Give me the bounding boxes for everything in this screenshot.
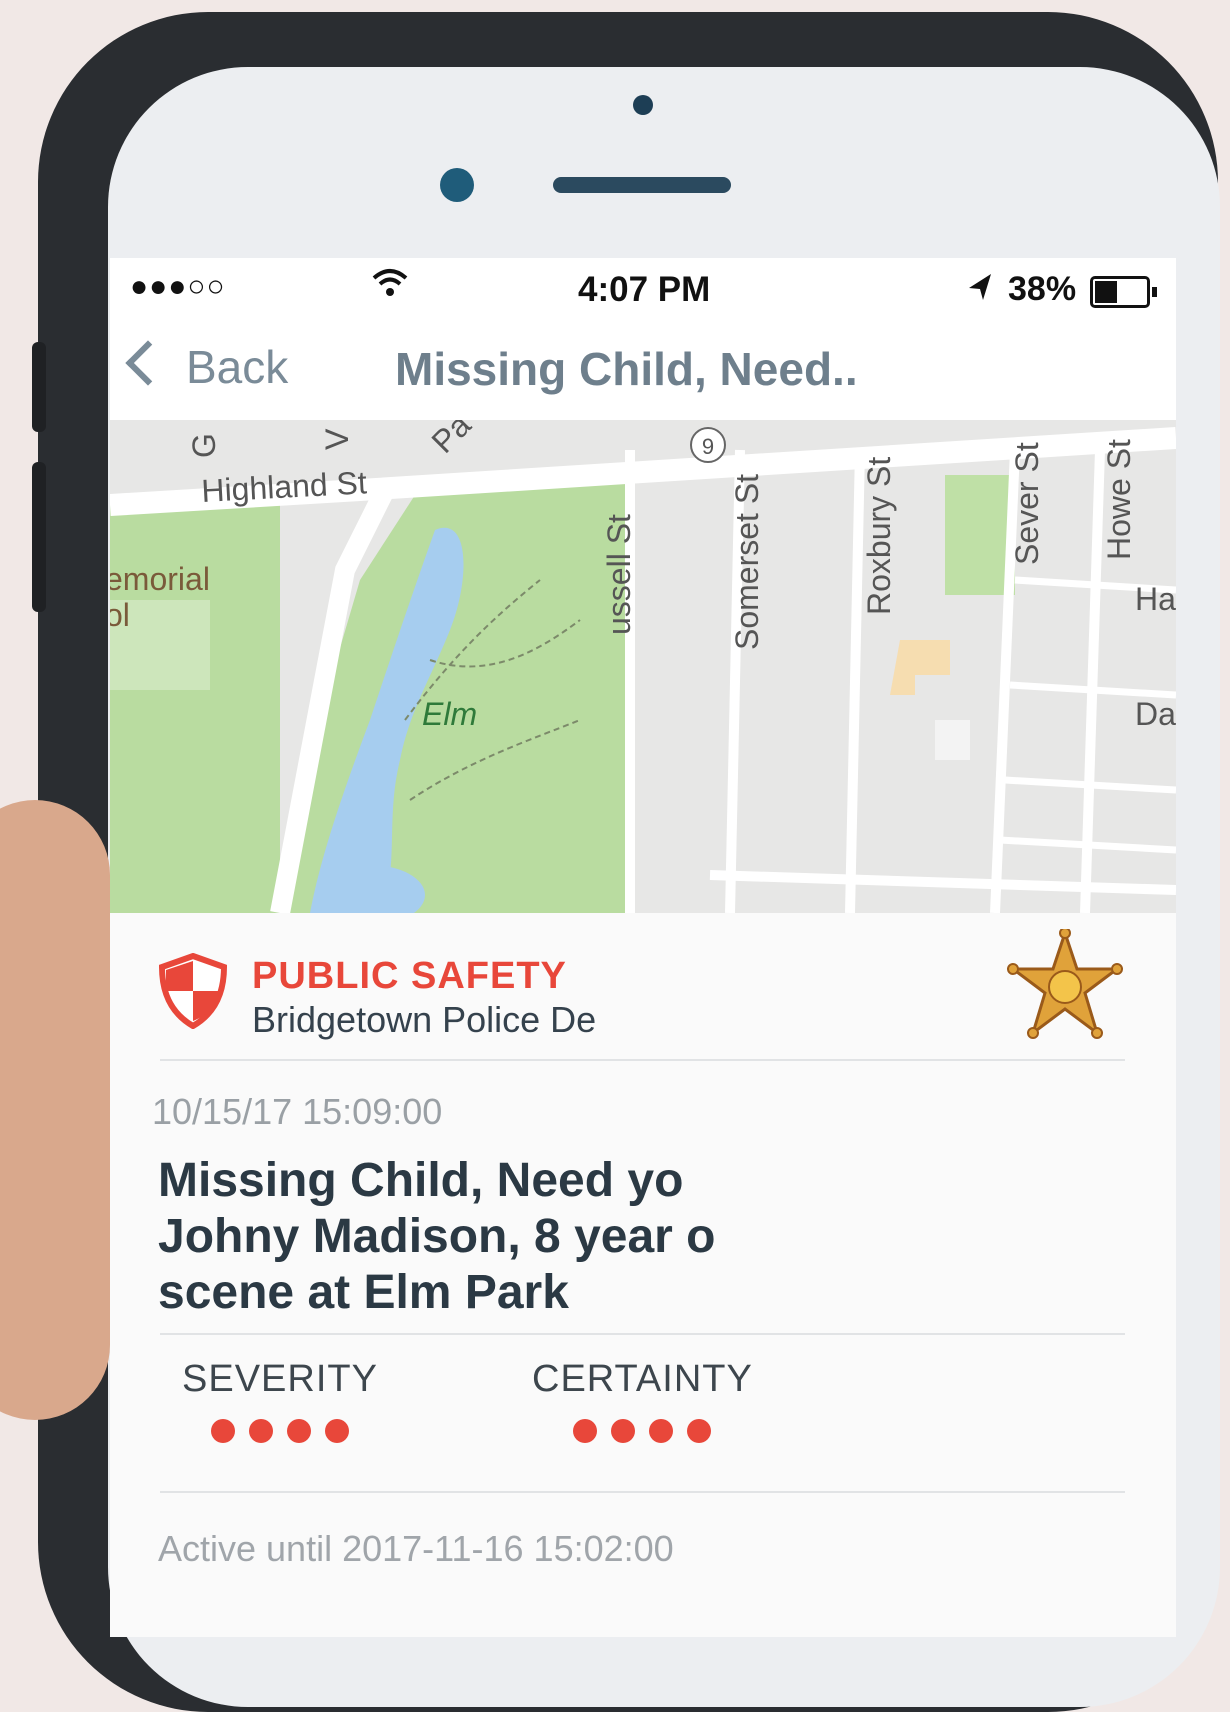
battery-icon (1090, 276, 1157, 308)
map-label-somerset: Somerset St (729, 474, 765, 650)
map-label-memorial: emorial (110, 561, 210, 597)
map-view[interactable]: 9 Highland St emorial ol Elm ussell St S… (110, 407, 1176, 925)
level-dot (573, 1419, 598, 1443)
severity-dots (182, 1419, 378, 1448)
alert-agency: Bridgetown Police De (252, 999, 597, 1040)
level-dot (687, 1419, 712, 1443)
status-bar: ●●●○○ 4:07 PM 38% (110, 258, 1176, 320)
map-label-da: Da (1135, 696, 1176, 732)
map-label-ha: Ha (1135, 581, 1176, 617)
side-button (32, 342, 46, 432)
map-label-howe: Howe St (1101, 439, 1137, 560)
map-label-elm: Elm (422, 696, 477, 732)
left-thumb (0, 800, 110, 1420)
camera-icon (440, 168, 474, 202)
map-label-memorial-2: ol (110, 597, 130, 633)
map-label-route: 9 (702, 434, 714, 459)
shield-icon (158, 952, 228, 1034)
headline-line-3: scene at Elm Park (158, 1266, 569, 1319)
speaker-grille (553, 177, 731, 193)
back-button[interactable]: Back (125, 340, 289, 394)
map-label-russell: ussell St (601, 514, 637, 635)
proximity-sensor (633, 95, 653, 115)
divider (160, 1059, 1125, 1061)
headline-line-1: Missing Child, Need yo (158, 1154, 684, 1207)
app-screen: ●●●○○ 4:07 PM 38% Back Missing Child, Ne… (110, 258, 1176, 1637)
alert-card[interactable]: PUBLIC SAFETY Bridgetown Police De 10/15… (110, 913, 1176, 1637)
severity-metric: SEVERITY (182, 1358, 378, 1448)
divider (160, 1491, 1125, 1493)
severity-label: SEVERITY (182, 1358, 378, 1400)
signal-strength: ●●●○○ (130, 270, 226, 303)
divider (160, 1333, 1125, 1335)
map-label-v: V (319, 428, 355, 450)
map-label-g: G (186, 433, 222, 458)
clock: 4:07 PM (578, 270, 711, 309)
alert-headline: Missing Child, Need yo Johny Madison, 8 … (158, 1153, 1108, 1321)
certainty-dots (532, 1419, 753, 1448)
alert-category: PUBLIC SAFETY (252, 955, 567, 997)
location-arrow-icon (965, 270, 995, 313)
navigation-bar: Back Missing Child, Need.. (110, 320, 1176, 420)
side-button (32, 462, 46, 612)
wifi-icon (372, 268, 408, 307)
back-label: Back (186, 341, 289, 393)
page-title: Missing Child, Need.. (395, 343, 858, 395)
level-dot (611, 1419, 636, 1443)
level-dot (248, 1419, 273, 1443)
map-label-roxbury: Roxbury St (861, 457, 897, 615)
level-dot (649, 1419, 674, 1443)
active-until: Active until 2017-11-16 15:02:00 (158, 1528, 674, 1569)
sheriff-star-icon (1005, 927, 1125, 1054)
map-label-sever: Sever St (1009, 442, 1045, 565)
level-dot (324, 1419, 349, 1443)
alert-timestamp: 10/15/17 15:09:00 (152, 1091, 443, 1132)
certainty-label: CERTAINTY (532, 1358, 753, 1400)
chevron-left-icon (125, 340, 171, 386)
certainty-metric: CERTAINTY (532, 1358, 753, 1448)
headline-line-2: Johny Madison, 8 year o (158, 1210, 716, 1263)
level-dot (210, 1419, 235, 1443)
battery-percent: 38% (1008, 270, 1077, 308)
level-dot (286, 1419, 311, 1443)
